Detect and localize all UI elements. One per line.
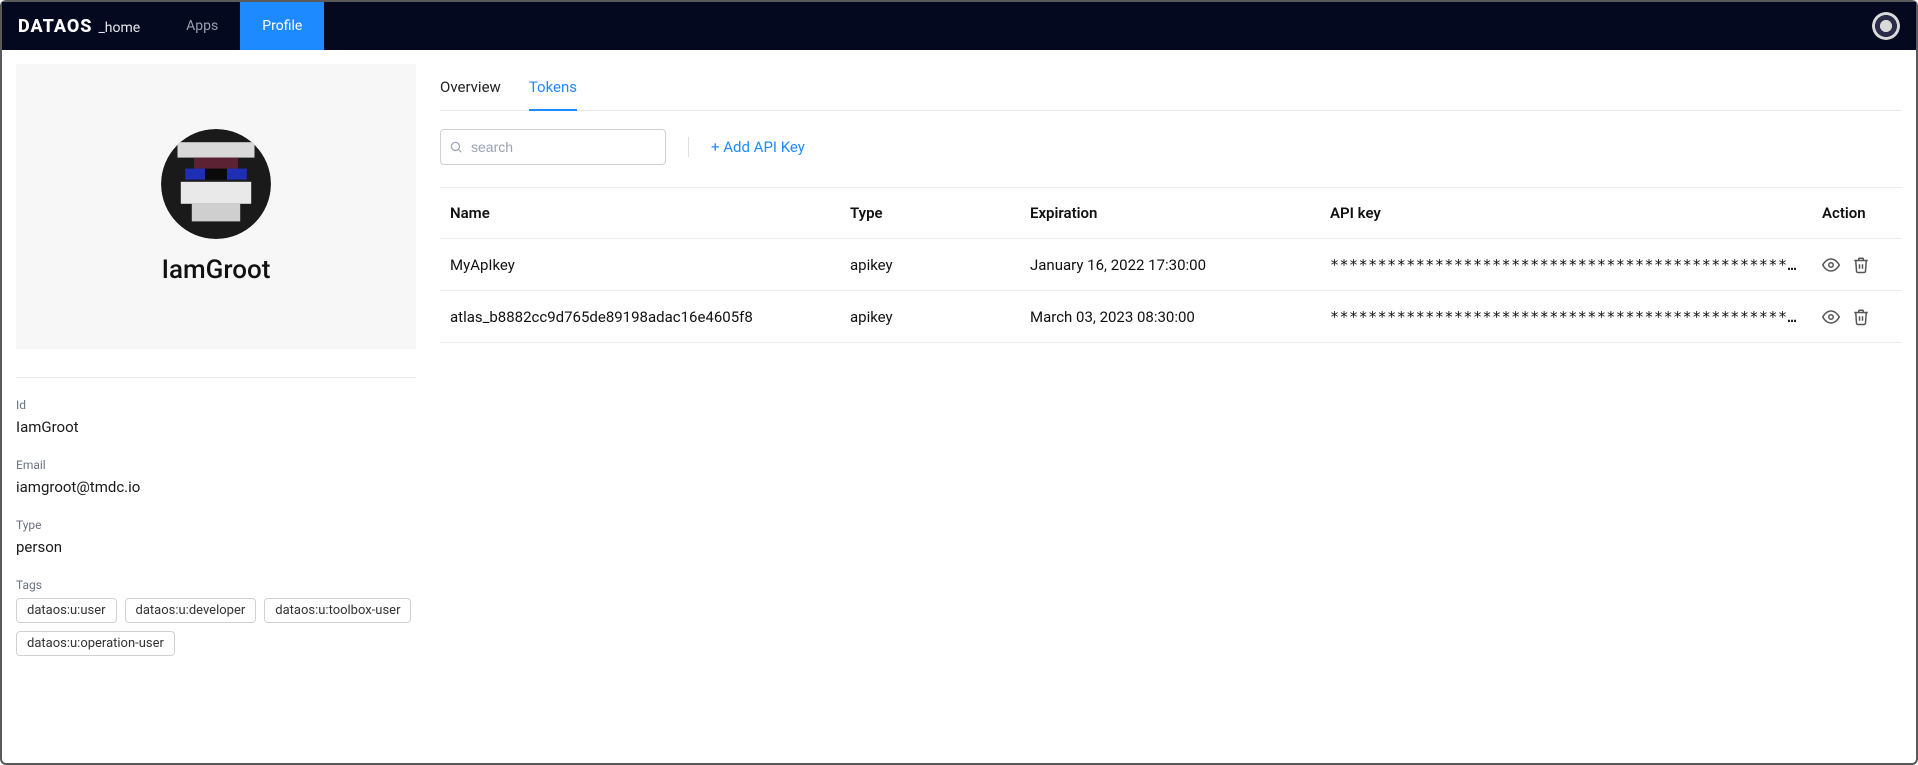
avatar	[161, 129, 271, 239]
tab-overview[interactable]: Overview	[440, 70, 501, 110]
cell-apikey: ****************************************…	[1320, 239, 1812, 291]
nav-tabs: Apps Profile	[164, 2, 324, 50]
tag[interactable]: dataos:u:developer	[125, 598, 257, 623]
add-api-key-link[interactable]: + Add API Key	[711, 138, 805, 156]
sub-tabs: Overview Tokens	[440, 70, 1902, 111]
th-action: Action	[1812, 188, 1902, 239]
meta-email-label: Email	[16, 458, 416, 472]
cell-action	[1812, 291, 1902, 343]
th-name: Name	[440, 188, 840, 239]
content: Overview Tokens + Add API Key Name Type …	[440, 64, 1902, 749]
search-input[interactable]	[440, 129, 666, 165]
trash-icon[interactable]	[1852, 256, 1870, 274]
cell-name: MyApIkey	[440, 239, 840, 291]
meta-type-value: person	[16, 538, 416, 556]
tag[interactable]: dataos:u:operation-user	[16, 631, 175, 656]
search-wrap	[440, 129, 666, 165]
profile-card: IamGroot	[16, 64, 416, 349]
meta-id-label: Id	[16, 398, 416, 412]
eye-icon[interactable]	[1822, 256, 1840, 274]
cell-expiration: January 16, 2022 17:30:00	[1020, 239, 1320, 291]
cell-action	[1812, 239, 1902, 291]
main: IamGroot Id IamGroot Email iamgroot@tmdc…	[2, 50, 1916, 763]
toolbar: + Add API Key	[440, 129, 1902, 165]
meta-email: Email iamgroot@tmdc.io	[16, 458, 416, 496]
top-nav: DATAOS _home Apps Profile	[2, 2, 1916, 50]
meta-type: Type person	[16, 518, 416, 556]
meta-tags-label: Tags	[16, 578, 416, 592]
brand-main: DATAOS	[18, 16, 92, 37]
search-icon	[449, 140, 463, 154]
meta-tags: Tags dataos:u:user dataos:u:developer da…	[16, 578, 416, 656]
sidebar-divider	[16, 377, 416, 378]
cell-type: apikey	[840, 291, 1020, 343]
masked-key: ****************************************…	[1330, 308, 1797, 326]
eye-icon[interactable]	[1822, 308, 1840, 326]
user-avatar-menu[interactable]	[1872, 12, 1900, 40]
cell-name: atlas_b8882cc9d765de89198adac16e4605f8	[440, 291, 840, 343]
nav-tab-profile[interactable]: Profile	[240, 2, 324, 50]
table-row: MyApIkey apikey January 16, 2022 17:30:0…	[440, 239, 1902, 291]
brand[interactable]: DATAOS _home	[18, 16, 140, 37]
brand-sub: _home	[98, 20, 140, 36]
sidebar: IamGroot Id IamGroot Email iamgroot@tmdc…	[16, 64, 416, 749]
tag[interactable]: dataos:u:user	[16, 598, 117, 623]
th-type: Type	[840, 188, 1020, 239]
th-expiration: Expiration	[1020, 188, 1320, 239]
trash-icon[interactable]	[1852, 308, 1870, 326]
tokens-table: Name Type Expiration API key Action MyAp…	[440, 187, 1902, 343]
tag[interactable]: dataos:u:toolbox-user	[264, 598, 411, 623]
toolbar-separator	[688, 137, 689, 157]
tab-tokens[interactable]: Tokens	[529, 70, 577, 110]
nav-tab-apps[interactable]: Apps	[164, 2, 240, 50]
th-apikey: API key	[1320, 188, 1812, 239]
cell-type: apikey	[840, 239, 1020, 291]
meta-id: Id IamGroot	[16, 398, 416, 436]
meta-id-value: IamGroot	[16, 418, 416, 436]
table-row: atlas_b8882cc9d765de89198adac16e4605f8 a…	[440, 291, 1902, 343]
meta-type-label: Type	[16, 518, 416, 532]
cell-apikey: ****************************************…	[1320, 291, 1812, 343]
cell-expiration: March 03, 2023 08:30:00	[1020, 291, 1320, 343]
profile-display-name: IamGroot	[162, 255, 271, 285]
tag-row: dataos:u:user dataos:u:developer dataos:…	[16, 598, 416, 656]
table-header-row: Name Type Expiration API key Action	[440, 188, 1902, 239]
masked-key: ****************************************…	[1330, 256, 1797, 274]
meta-email-value: iamgroot@tmdc.io	[16, 478, 416, 496]
